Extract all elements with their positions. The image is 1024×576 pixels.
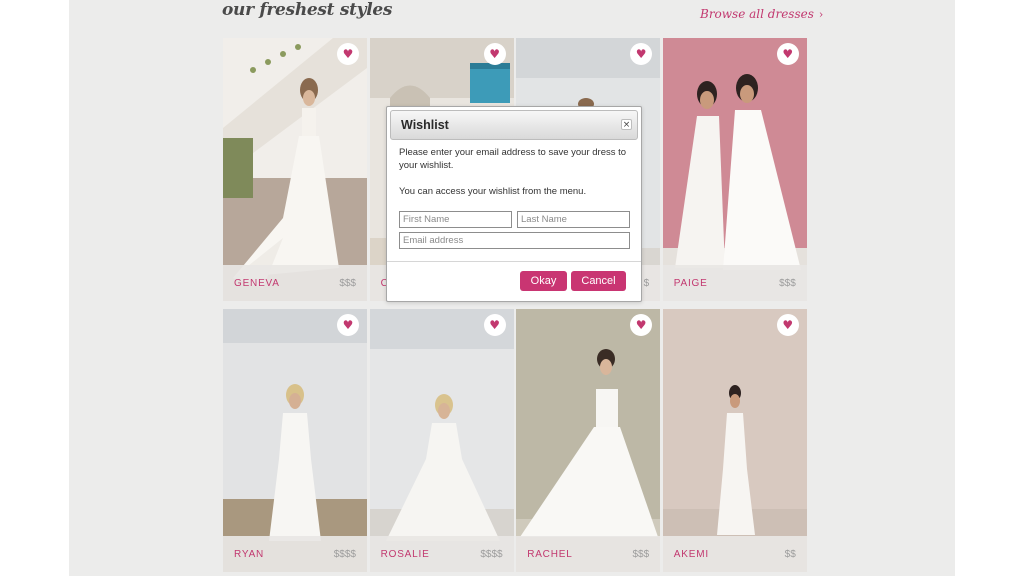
dialog-title: Wishlist (401, 118, 449, 132)
dress-photo (662, 309, 807, 572)
wishlist-heart-button[interactable]: ♥ (776, 43, 799, 65)
dress-price: $ (643, 277, 650, 289)
heart-icon: ♥ (635, 47, 647, 61)
browse-all-dresses-link[interactable]: Browse all dresses › (700, 7, 823, 21)
product-card[interactable]: ♥ ROSALIE $$$$ (369, 309, 514, 572)
okay-button[interactable]: Okay (520, 271, 567, 291)
email-field[interactable] (399, 232, 630, 249)
dress-price: $$$ (779, 277, 796, 289)
dress-price: $$$ (339, 277, 356, 289)
dress-photo (516, 309, 661, 572)
wishlist-heart-button[interactable]: ♥ (337, 314, 359, 336)
dialog-header: Wishlist × (390, 110, 638, 140)
dress-name[interactable]: ROSALIE (381, 549, 430, 560)
dialog-note: You can access your wishlist from the me… (399, 186, 587, 197)
dress-photo (223, 309, 367, 572)
wishlist-dialog: Wishlist × Please enter your email addre… (386, 106, 642, 302)
cancel-button[interactable]: Cancel (571, 271, 626, 291)
product-info-bar: GENEVA $$$ (223, 265, 367, 301)
heart-icon: ♥ (782, 318, 794, 332)
dress-photo (369, 309, 514, 572)
product-card[interactable]: ♥ PAIGE $$$ (662, 38, 807, 301)
heart-icon: ♥ (342, 318, 354, 332)
wishlist-heart-button[interactable]: ♥ (776, 314, 799, 336)
product-card[interactable]: ♥ RACHEL $$$ (516, 309, 661, 572)
dress-price: $$ (784, 548, 796, 560)
dialog-message: Please enter your email address to save … (399, 147, 627, 171)
last-name-field[interactable] (517, 211, 630, 228)
heart-icon: ♥ (635, 318, 647, 332)
product-info-bar: AKEMI $$ (662, 536, 807, 572)
dialog-divider (387, 261, 641, 262)
first-name-field[interactable] (399, 211, 512, 228)
section-title: our freshest styles (222, 0, 393, 20)
dress-price: $$$$ (333, 548, 356, 560)
dress-name[interactable]: RYAN (234, 549, 264, 560)
product-card[interactable]: ♥ AKEMI $$ (662, 309, 807, 572)
wishlist-heart-button[interactable]: ♥ (337, 43, 359, 65)
product-info-bar: ROSALIE $$$$ (369, 536, 514, 572)
dress-name[interactable]: AKEMI (674, 549, 709, 560)
dress-price: $$$ (632, 548, 650, 560)
wishlist-heart-button[interactable]: ♥ (483, 43, 506, 65)
close-icon[interactable]: × (621, 119, 632, 130)
product-info-bar: PAIGE $$$ (662, 265, 807, 301)
dress-photo (662, 38, 807, 301)
product-info-bar: RACHEL $$$ (516, 536, 661, 572)
product-info-bar: RYAN $$$$ (223, 536, 367, 572)
browse-link-label: Browse all dresses (700, 7, 814, 21)
dress-name[interactable]: GENEVA (234, 278, 280, 289)
dress-name[interactable]: RACHEL (527, 549, 572, 560)
heart-icon: ♥ (782, 47, 794, 61)
heart-icon: ♥ (342, 47, 354, 61)
wishlist-heart-button[interactable]: ♥ (483, 314, 506, 336)
heart-icon: ♥ (489, 318, 500, 332)
dress-photo (223, 38, 367, 301)
product-card[interactable]: ♥ GENEVA $$$ (223, 38, 367, 301)
dress-name[interactable]: PAIGE (674, 278, 708, 289)
product-card[interactable]: ♥ RYAN $$$$ (223, 309, 367, 572)
chevron-right-icon: › (818, 7, 824, 21)
heart-icon: ♥ (489, 47, 500, 61)
dress-price: $$$$ (480, 548, 503, 560)
